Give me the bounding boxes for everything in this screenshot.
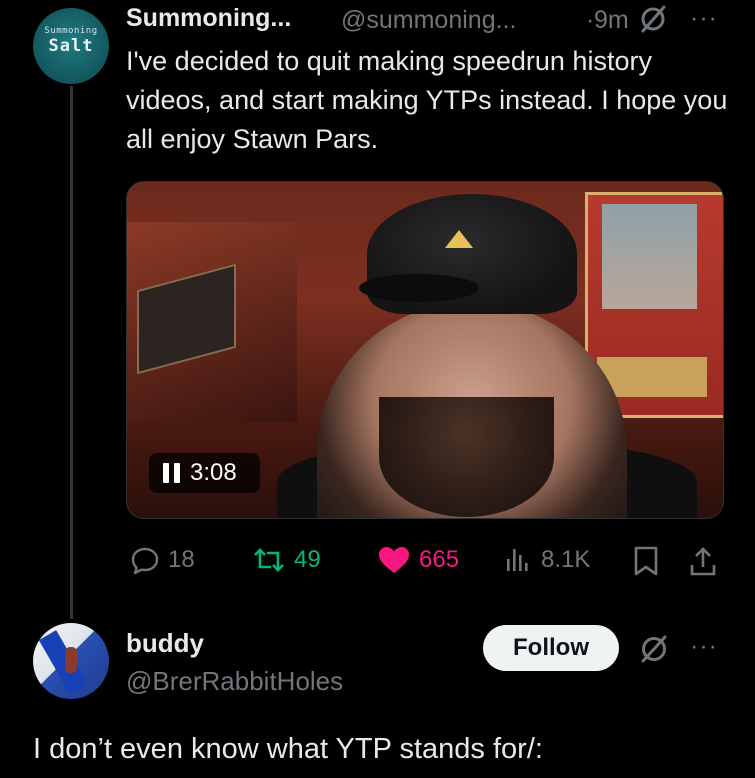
video-person-beard xyxy=(379,397,554,517)
reply-button[interactable]: 18 xyxy=(130,545,195,575)
author-handle[interactable]: @summoning... xyxy=(341,6,516,35)
share-icon xyxy=(690,547,716,576)
avatar-slide xyxy=(38,630,88,694)
author-handle[interactable]: @BrerRabbitHoles xyxy=(126,666,343,697)
repost-icon xyxy=(254,548,284,572)
avatar-logo-top: Summoning xyxy=(44,26,98,36)
video-player[interactable]: 3:08 xyxy=(126,181,724,519)
video-person-cap-brim xyxy=(359,274,479,302)
pause-icon[interactable] xyxy=(163,463,180,483)
grok-icon[interactable] xyxy=(638,633,670,665)
views-icon xyxy=(507,549,528,571)
reply-count: 18 xyxy=(168,546,195,573)
tweet-text: I've decided to quit making speedrun his… xyxy=(126,46,728,154)
author-name[interactable]: Summoning... xyxy=(126,4,291,33)
like-button[interactable]: 665 xyxy=(377,545,459,575)
avatar[interactable] xyxy=(33,623,109,699)
tweet-text: I don’t even know what YTP stands for/: xyxy=(33,733,543,765)
repost-count: 49 xyxy=(294,546,321,573)
video-wall-photo xyxy=(602,204,697,309)
grok-icon[interactable] xyxy=(638,4,668,34)
heart-icon xyxy=(379,547,409,573)
views-count: 8.1K xyxy=(541,546,591,573)
video-cap-logo xyxy=(445,230,473,248)
video-time: 3:08 xyxy=(190,459,237,486)
video-controls[interactable]: 3:08 xyxy=(149,453,260,493)
avatar[interactable]: Summoning Salt xyxy=(33,8,109,84)
follow-button[interactable]: Follow xyxy=(483,625,619,671)
reply-icon xyxy=(131,547,159,575)
more-icon[interactable]: ··· xyxy=(690,4,718,33)
author-name[interactable]: buddy xyxy=(126,628,204,659)
like-count: 665 xyxy=(419,546,460,573)
timestamp[interactable]: 9m xyxy=(594,6,629,35)
share-button[interactable] xyxy=(688,545,718,577)
bookmark-button[interactable] xyxy=(632,545,660,577)
more-icon[interactable]: ··· xyxy=(690,632,718,661)
thread-line xyxy=(70,86,73,619)
avatar-figure xyxy=(65,647,77,673)
bookmark-icon xyxy=(634,546,658,576)
repost-button[interactable]: 49 xyxy=(252,545,321,575)
avatar-logo-main: Salt xyxy=(48,36,94,56)
views-button[interactable]: 8.1K xyxy=(503,545,590,575)
